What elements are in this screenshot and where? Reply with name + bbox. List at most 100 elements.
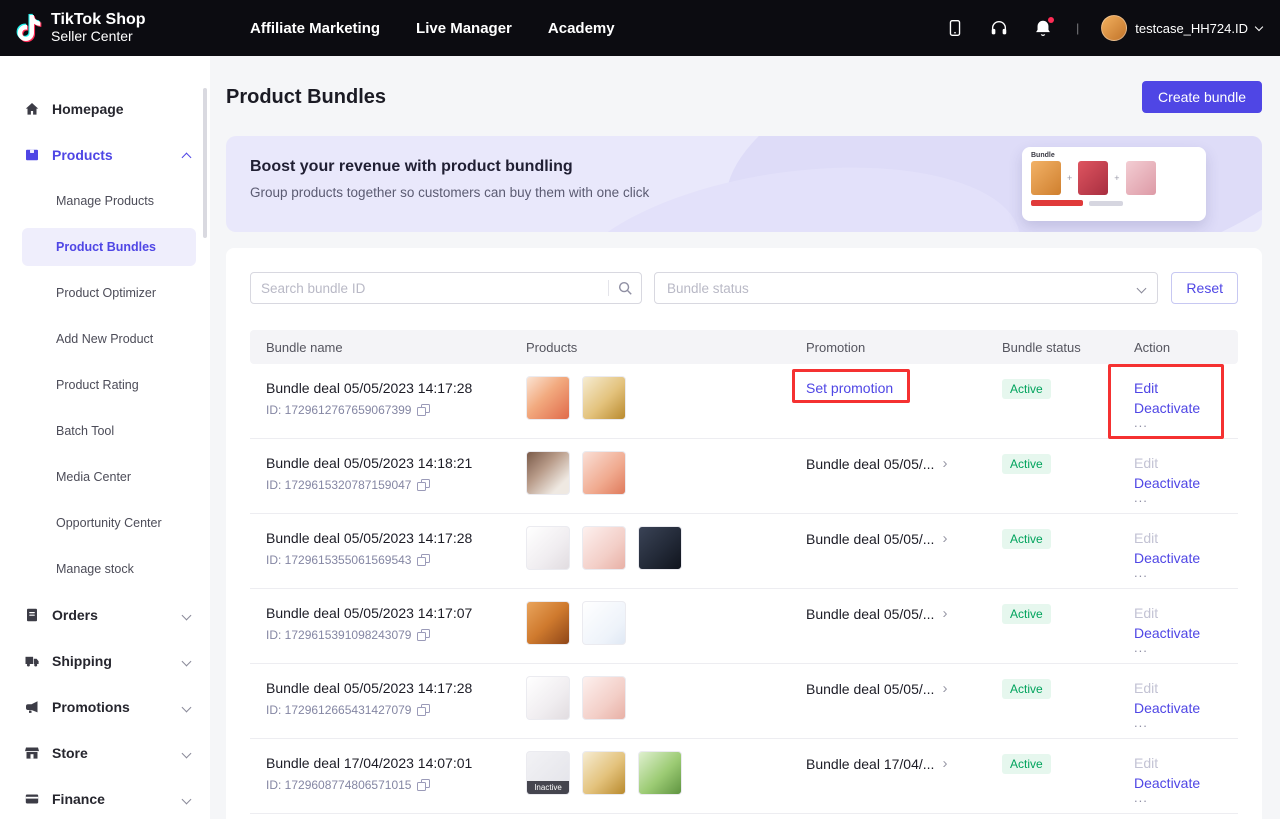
user-menu[interactable]: testcase_HH724.ID bbox=[1101, 15, 1262, 41]
edit-link-disabled: Edit bbox=[1134, 680, 1158, 696]
banner-card-price-area bbox=[1031, 200, 1197, 206]
sidebar-item-products[interactable]: Products bbox=[0, 132, 210, 178]
bundle-id-text: ID: 1729615320787159047 bbox=[266, 478, 411, 492]
bundle-id: ID: 1729608774806571015 bbox=[266, 778, 510, 792]
product-thumbnail bbox=[526, 376, 570, 420]
copy-icon[interactable] bbox=[417, 779, 429, 791]
tiktok-shop-logo[interactable]: TikTok Shop Seller Center bbox=[0, 11, 234, 45]
sidebar-item-label: Store bbox=[52, 745, 171, 761]
products-cell bbox=[510, 676, 790, 720]
sidebar-subitem-opportunity-center[interactable]: Opportunity Center bbox=[0, 500, 210, 546]
chevron-right-icon[interactable]: › bbox=[942, 605, 947, 622]
banner-product-thumbnail bbox=[1031, 161, 1061, 195]
bundle-name-cell: Bundle deal 05/05/2023 14:17:28 ID: 1729… bbox=[250, 680, 510, 717]
nav-academy[interactable]: Academy bbox=[548, 20, 615, 37]
sidebar-subitem-manage-products[interactable]: Manage Products bbox=[0, 178, 210, 224]
sidebar-item-label: Homepage bbox=[52, 101, 190, 117]
deactivate-link[interactable]: Deactivate bbox=[1134, 550, 1200, 566]
chevron-down-icon bbox=[182, 794, 192, 804]
deactivate-link[interactable]: Deactivate bbox=[1134, 625, 1200, 641]
promotion-name: Bundle deal 17/04/... bbox=[806, 756, 934, 772]
tiktok-note-icon bbox=[16, 13, 42, 43]
deactivate-link[interactable]: Deactivate bbox=[1134, 700, 1200, 716]
product-thumbnail bbox=[638, 751, 682, 795]
bundle-id: ID: 1729615320787159047 bbox=[266, 478, 510, 492]
create-bundle-button[interactable]: Create bundle bbox=[1142, 81, 1262, 113]
action-cell: Edit Deactivate ... bbox=[1118, 605, 1238, 651]
bundle-status-select[interactable]: Bundle status bbox=[654, 272, 1158, 304]
sidebar-item-orders[interactable]: Orders bbox=[0, 592, 210, 638]
chevron-right-icon[interactable]: › bbox=[942, 455, 947, 472]
bundle-name-cell: Bundle deal 05/05/2023 14:17:07 ID: 1729… bbox=[250, 605, 510, 642]
bundle-name-cell: Bundle deal 05/05/2023 14:17:28 ID: 1729… bbox=[250, 530, 510, 567]
reset-button[interactable]: Reset bbox=[1171, 272, 1238, 304]
more-actions-button[interactable]: ... bbox=[1134, 420, 1148, 426]
table-row: Bundle deal 17/04/2023 14:07:01 ID: 1729… bbox=[250, 739, 1238, 814]
products-cell bbox=[510, 526, 790, 570]
sidebar-item-store[interactable]: Store bbox=[0, 730, 210, 776]
sidebar-item-finance[interactable]: Finance bbox=[0, 776, 210, 819]
chevron-right-icon[interactable]: › bbox=[942, 530, 947, 547]
edit-link-disabled: Edit bbox=[1134, 755, 1158, 771]
column-header-bundle-status: Bundle status bbox=[986, 340, 1118, 355]
column-header-products: Products bbox=[510, 340, 790, 355]
nav-affiliate-marketing[interactable]: Affiliate Marketing bbox=[250, 20, 380, 37]
sidebar-subitem-media-center[interactable]: Media Center bbox=[0, 454, 210, 500]
edit-link-disabled: Edit bbox=[1134, 455, 1158, 471]
status-cell: Active bbox=[986, 680, 1118, 699]
promotion-cell: Bundle deal 05/05/...› bbox=[790, 680, 986, 697]
search-input[interactable] bbox=[251, 281, 608, 296]
sidebar-subitem-product-optimizer[interactable]: Product Optimizer bbox=[0, 270, 210, 316]
filter-bar: Bundle status Reset bbox=[250, 272, 1238, 304]
sidebar-subitem-product-rating[interactable]: Product Rating bbox=[0, 362, 210, 408]
bundle-id: ID: 1729615355061569543 bbox=[266, 553, 510, 567]
bundle-id-text: ID: 1729612665431427079 bbox=[266, 703, 411, 717]
product-thumbnail bbox=[582, 451, 626, 495]
chevron-right-icon[interactable]: › bbox=[942, 680, 947, 697]
sidebar-item-label: Promotions bbox=[52, 699, 171, 715]
notification-bell-icon[interactable] bbox=[1032, 17, 1054, 39]
edit-link-disabled: Edit bbox=[1134, 605, 1158, 621]
more-actions-button[interactable]: ... bbox=[1134, 495, 1148, 501]
more-actions-button[interactable]: ... bbox=[1134, 645, 1148, 651]
deactivate-link[interactable]: Deactivate bbox=[1134, 775, 1200, 791]
sidebar-subitem-manage-stock[interactable]: Manage stock bbox=[0, 546, 210, 592]
mobile-app-icon[interactable] bbox=[944, 17, 966, 39]
nav-live-manager[interactable]: Live Manager bbox=[416, 20, 512, 37]
sidebar-subitem-batch-tool[interactable]: Batch Tool bbox=[0, 408, 210, 454]
status-cell: Active bbox=[986, 605, 1118, 624]
sidebar-item-homepage[interactable]: Homepage bbox=[0, 86, 210, 132]
sidebar-item-shipping[interactable]: Shipping bbox=[0, 638, 210, 684]
topbar-right: | testcase_HH724.ID bbox=[944, 15, 1280, 41]
plus-icon: + bbox=[1067, 173, 1072, 183]
more-actions-button[interactable]: ... bbox=[1134, 570, 1148, 576]
copy-icon[interactable] bbox=[417, 404, 429, 416]
set-promotion-link[interactable]: Set promotion bbox=[806, 380, 893, 396]
support-headset-icon[interactable] bbox=[988, 17, 1010, 39]
sidebar-scrollbar[interactable] bbox=[203, 88, 207, 238]
status-badge: Active bbox=[1002, 529, 1051, 549]
chevron-down-icon bbox=[1255, 22, 1263, 30]
product-thumbnail bbox=[582, 676, 626, 720]
table-row: Bundle deal 05/05/2023 14:17:28 ID: 1729… bbox=[250, 364, 1238, 439]
chevron-up-icon bbox=[182, 152, 192, 162]
search-icon[interactable] bbox=[609, 280, 641, 296]
bundle-name: Bundle deal 05/05/2023 14:17:28 bbox=[266, 380, 510, 396]
chevron-down-icon bbox=[1137, 283, 1147, 293]
sidebar-item-promotions[interactable]: Promotions bbox=[0, 684, 210, 730]
bundle-id: ID: 1729612767659067399 bbox=[266, 403, 510, 417]
sidebar-subitem-product-bundles[interactable]: Product Bundles bbox=[22, 228, 196, 266]
copy-icon[interactable] bbox=[417, 554, 429, 566]
promotion-cell: Bundle deal 05/05/...› bbox=[790, 455, 986, 472]
copy-icon[interactable] bbox=[417, 629, 429, 641]
sidebar-subitem-add-new-product[interactable]: Add New Product bbox=[0, 316, 210, 362]
chevron-right-icon[interactable]: › bbox=[942, 755, 947, 772]
copy-icon[interactable] bbox=[417, 704, 429, 716]
more-actions-button[interactable]: ... bbox=[1134, 795, 1148, 801]
product-thumbnail bbox=[526, 451, 570, 495]
deactivate-link[interactable]: Deactivate bbox=[1134, 475, 1200, 491]
more-actions-button[interactable]: ... bbox=[1134, 720, 1148, 726]
edit-link[interactable]: Edit bbox=[1134, 380, 1158, 396]
deactivate-link[interactable]: Deactivate bbox=[1134, 400, 1200, 416]
copy-icon[interactable] bbox=[417, 479, 429, 491]
